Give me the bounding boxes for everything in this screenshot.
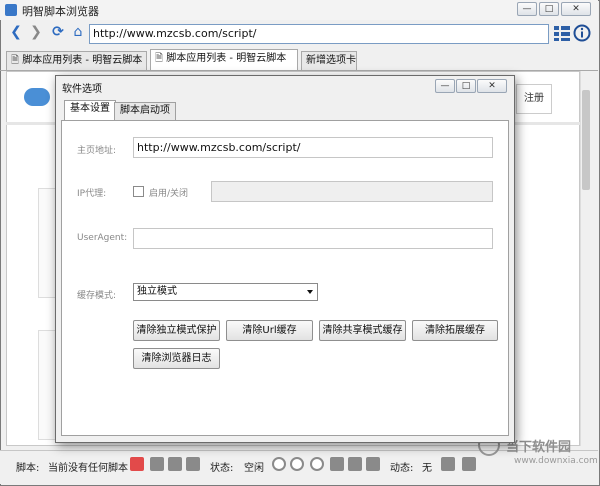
page-icon: 🗎 — [155, 53, 164, 64]
tab-script-list-1[interactable]: 🗎 脚本应用列表 - 明智云脚本 — [6, 51, 147, 70]
dynamic-label: 动态: — [390, 463, 414, 474]
pause-icon[interactable] — [290, 457, 304, 471]
cloud-logo-icon — [24, 88, 50, 106]
useragent-label: UserAgent: — [77, 233, 128, 243]
register-button[interactable]: 注册 — [516, 84, 552, 114]
tab-basic-settings[interactable]: 基本设置 — [64, 100, 116, 121]
app-icon — [5, 4, 17, 16]
close-button[interactable]: ✕ — [561, 2, 591, 16]
dialog-close-button[interactable]: ✕ — [477, 79, 507, 93]
clear-url-cache-button[interactable]: 清除Url缓存 — [226, 320, 313, 341]
state-value: 空闲 — [244, 463, 264, 474]
cache-mode-select[interactable]: 独立模式 — [133, 283, 318, 301]
stop-icon[interactable] — [310, 457, 324, 471]
home-url-field[interactable]: http://www.mzcsb.com/script/ — [133, 137, 493, 158]
forward-icon[interactable]: ❯ — [28, 24, 44, 40]
clear-shared-cache-button[interactable]: 清除共享模式缓存 — [319, 320, 406, 341]
clock-icon[interactable] — [130, 457, 144, 471]
gear-icon[interactable] — [348, 457, 362, 471]
home-status-icon[interactable] — [186, 457, 200, 471]
page-icon: 🗎 — [11, 55, 20, 66]
cache-mode-label: 缓存模式: — [77, 291, 117, 301]
dynamic-value: 无 — [422, 463, 432, 474]
dialog-maximize-button[interactable]: □ — [456, 79, 476, 93]
window-title: 明智脚本浏览器 — [22, 5, 99, 18]
dialog-minimize-button[interactable]: — — [435, 79, 455, 93]
back-icon[interactable]: ❮ — [8, 24, 24, 40]
tab-new[interactable]: 新增选项卡 — [301, 51, 357, 70]
hand-icon[interactable] — [150, 457, 164, 471]
scrollbar-thumb[interactable] — [582, 90, 590, 190]
dialog-panel — [61, 120, 509, 436]
address-bar[interactable]: http://www.mzcsb.com/script/ — [89, 24, 549, 44]
chevron-down-icon[interactable] — [307, 290, 313, 294]
home-icon[interactable]: ⌂ — [70, 24, 86, 40]
script-value: 当前没有任何脚本 — [48, 463, 128, 474]
clear-ext-cache-button[interactable]: 清除拓展缓存 — [412, 320, 498, 341]
minimize-button[interactable]: — — [517, 2, 537, 16]
maximize-button[interactable]: □ — [539, 2, 559, 16]
clear-browser-log-button[interactable]: 清除浏览器日志 — [133, 348, 220, 369]
tool-icon[interactable] — [441, 457, 455, 471]
tab-startup-items[interactable]: 脚本启动项 — [114, 102, 176, 120]
clear-isolated-button[interactable]: 清除独立模式保护 — [133, 320, 220, 341]
proxy-label: IP代理: — [77, 189, 107, 199]
proxy-field[interactable] — [211, 181, 493, 202]
watermark-brand: 当下软件园 — [506, 440, 572, 455]
dialog-title: 软件选项 — [62, 84, 102, 95]
content-card — [38, 330, 56, 440]
play-icon[interactable] — [272, 457, 286, 471]
watermark-url: www.downxia.com — [514, 456, 598, 466]
tab-script-list-2[interactable]: 🗎 脚本应用列表 - 明智云脚本 — [150, 49, 298, 71]
proxy-toggle-label: 启用/关闭 — [149, 189, 189, 199]
chart-icon[interactable] — [330, 457, 344, 471]
content-card — [38, 188, 56, 298]
script-label: 脚本: — [16, 463, 40, 474]
home-url-label: 主页地址: — [77, 146, 117, 156]
image-icon[interactable] — [366, 457, 380, 471]
refresh-icon[interactable]: ⟳ — [50, 24, 66, 40]
useragent-field[interactable] — [133, 228, 493, 249]
state-label: 状态: — [210, 463, 234, 474]
capture-icon[interactable] — [168, 457, 182, 471]
proxy-checkbox[interactable] — [133, 186, 144, 197]
tool2-icon[interactable] — [462, 457, 476, 471]
menu-grid-icon[interactable] — [553, 24, 571, 42]
info-icon[interactable] — [573, 24, 591, 42]
